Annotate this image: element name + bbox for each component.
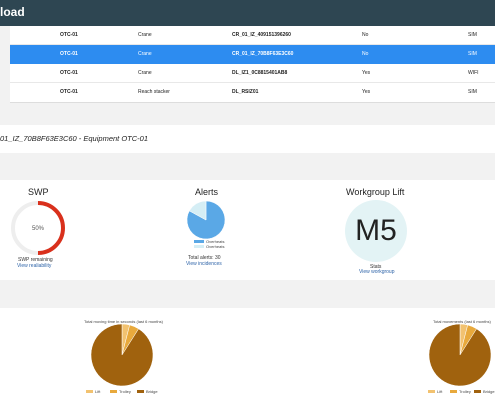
cell-connection: WIFI	[468, 70, 479, 76]
movements-pie-slice-bridge	[428, 323, 492, 387]
cell-connection: SIM	[468, 51, 477, 57]
table-row[interactable]: OTC-01 Crane CR_01_IZ_409151396260 No SI…	[10, 26, 495, 45]
app-title: load	[0, 5, 25, 19]
workgroup-value: M5	[355, 214, 397, 247]
alerts-title: Alerts	[195, 187, 219, 197]
alerts-legend-swatch-2	[194, 245, 204, 248]
equipment-header: 01_IZ_70B8F63E3C60 - Equipment OTC-01	[0, 134, 148, 143]
swp-title: SWP	[28, 187, 49, 197]
legend-label: Lift	[437, 389, 443, 394]
equipment-header-band: 01_IZ_70B8F63E3C60 - Equipment OTC-01	[0, 125, 495, 153]
cell-flag: Yes	[362, 70, 371, 76]
top-bar: load	[0, 0, 495, 26]
cell-id: DL_IZ1_0C8815401AB8	[232, 70, 288, 76]
cell-type: Reach stacker	[138, 89, 170, 95]
cell-flag: No	[362, 32, 369, 38]
legend-swatch-bridge	[137, 390, 144, 393]
moving-time-pie-slice-bridge	[90, 323, 154, 387]
cell-type: Crane	[138, 32, 152, 38]
swp-value: 50%	[32, 226, 45, 232]
widgets-panel: SWP 50% SWP remaining View realiability …	[0, 180, 495, 280]
table-row[interactable]: OTC-01 Reach stacker DL_RSIZ01 Yes SIM	[10, 83, 495, 102]
cell-id: CR_01_IZ_70B8F63E3C60	[232, 51, 294, 57]
cell-flag: Yes	[362, 89, 371, 95]
workgroup-title: Workgroup Lift	[346, 187, 405, 197]
legend-label: Trolley	[459, 389, 471, 394]
legend-label: Bridge	[146, 389, 158, 394]
legend-swatch-trolley	[110, 390, 117, 393]
equipment-table: OTC-01 Crane CR_01_IZ_409151396260 No SI…	[10, 26, 495, 103]
cell-id: CR_01_IZ_409151396260	[232, 32, 291, 38]
alerts-legend-swatch-1	[194, 240, 204, 243]
table-row-selected[interactable]: OTC-01 Crane CR_01_IZ_70B8F63E3C60 No SI…	[10, 45, 495, 64]
cell-flag: No	[362, 51, 369, 57]
legend-swatch-bridge	[474, 390, 481, 393]
cell-equipment: OTC-01	[60, 70, 78, 76]
table-row[interactable]: OTC-01 Crane DL_IZ1_0C8815401AB8 Yes WIF…	[10, 64, 495, 83]
workgroup-badge: M5	[345, 200, 407, 262]
cell-equipment: OTC-01	[60, 51, 78, 57]
alerts-legend-label: Overheats	[206, 244, 225, 249]
movements-pie-chart	[428, 323, 492, 387]
workgroup-link[interactable]: View workgroup	[359, 269, 394, 275]
cell-connection: SIM	[468, 89, 477, 95]
legend-swatch-lift	[86, 390, 93, 393]
moving-time-pie-chart	[90, 323, 154, 387]
cell-connection: SIM	[468, 32, 477, 38]
legend-swatch-trolley	[450, 390, 457, 393]
alerts-pie-chart	[186, 200, 226, 240]
charts-panel: Total moving time in seconds (last 6 mon…	[0, 308, 495, 400]
cell-type: Crane	[138, 70, 152, 76]
legend-label: Bridge	[483, 389, 495, 394]
legend-label: Lift	[95, 389, 101, 394]
cell-equipment: OTC-01	[60, 32, 78, 38]
alerts-link[interactable]: View incidences	[186, 261, 222, 267]
swp-link[interactable]: View realiability	[17, 263, 51, 269]
legend-swatch-lift	[428, 390, 435, 393]
cell-id: DL_RSIZ01	[232, 89, 259, 95]
legend-label: Trolley	[119, 389, 131, 394]
cell-equipment: OTC-01	[60, 89, 78, 95]
swp-gauge: 50%	[11, 201, 65, 255]
cell-type: Crane	[138, 51, 152, 57]
